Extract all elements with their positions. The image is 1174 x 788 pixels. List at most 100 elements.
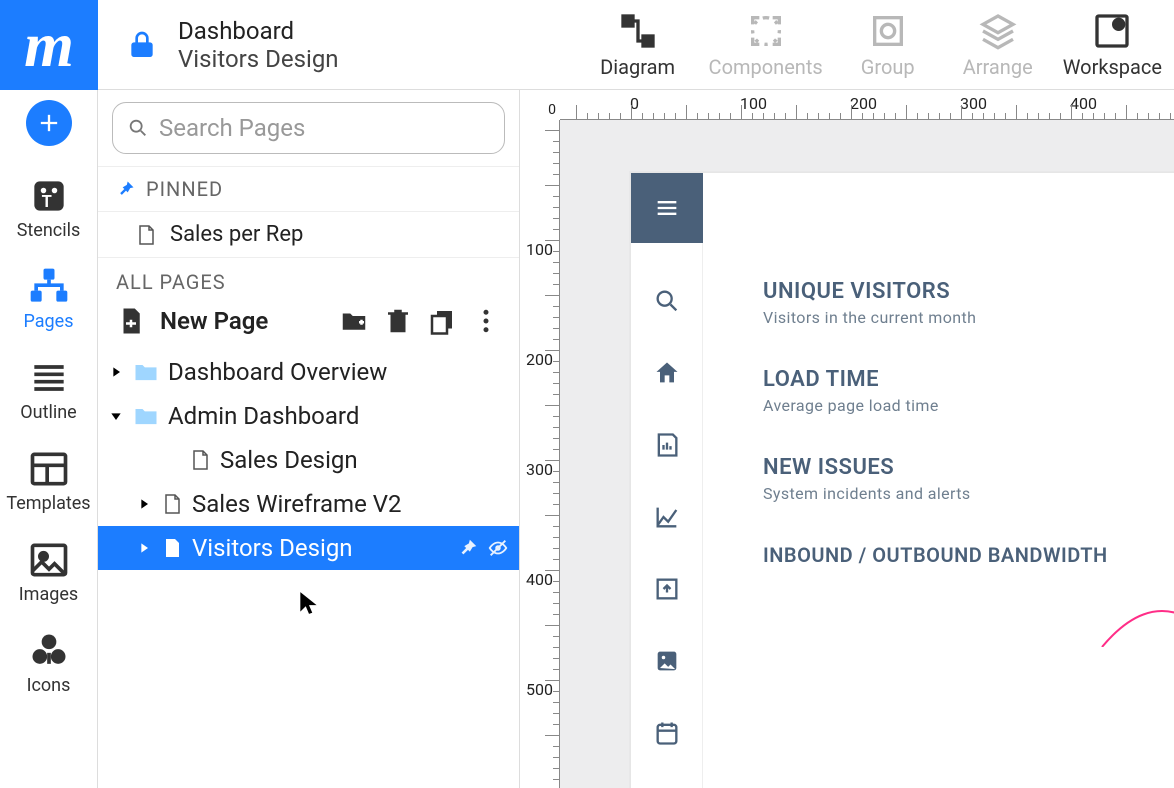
expand-right-icon[interactable] [136, 540, 152, 556]
ruler-v-label: 300 [526, 460, 553, 479]
group-button[interactable]: Group [843, 0, 933, 90]
ruler-h-label: 400 [1070, 94, 1097, 113]
svg-text:T: T [41, 193, 51, 212]
group-icon [868, 11, 908, 51]
tree-row-dashboard-overview[interactable]: Dashboard Overview [98, 350, 519, 394]
stat-desc: Average page load time [763, 396, 939, 415]
lock-icon [126, 29, 158, 61]
pinned-item-label: Sales per Rep [170, 222, 303, 247]
stat-unique-visitors: UNIQUE VISITORS Visitors in the current … [763, 279, 1174, 327]
diagram-icon [618, 11, 658, 51]
hamburger-button[interactable] [631, 173, 703, 243]
canvas[interactable]: 0 0 100 200 300 400 500 100 200 300 400 … [520, 90, 1174, 788]
diagram-label: Diagram [600, 55, 675, 79]
ruler-h-label: 100 [740, 94, 767, 113]
ruler-h-label: 300 [960, 94, 987, 113]
rail-pages[interactable]: Pages [0, 255, 98, 342]
page-icon [160, 536, 184, 560]
app-logo[interactable]: m [0, 0, 98, 90]
search-icon [127, 117, 149, 139]
tree-label: Dashboard Overview [168, 358, 509, 386]
workspace-label: Workspace [1063, 55, 1162, 79]
rail-images[interactable]: Images [0, 528, 98, 615]
images-icon [27, 538, 71, 582]
page-icon [134, 223, 158, 247]
rail-icons-label: Icons [27, 675, 71, 696]
rail-outline[interactable]: Outline [0, 346, 98, 433]
rail-icons[interactable]: Icons [0, 619, 98, 706]
arrange-button[interactable]: Arrange [953, 0, 1043, 90]
outline-icon [27, 356, 71, 400]
arrange-label: Arrange [963, 55, 1033, 79]
new-page-row: New Page [98, 300, 519, 350]
rail-templates[interactable]: Templates [0, 437, 98, 524]
all-pages-header: ALL PAGES [98, 258, 519, 300]
pages-panel: PINNED Sales per Rep ALL PAGES New Page … [98, 90, 520, 788]
arrange-icon [978, 11, 1018, 51]
ruler-v-label: 200 [526, 350, 553, 369]
tree-row-sales-wireframe[interactable]: Sales Wireframe V2 [98, 482, 519, 526]
stat-desc: Visitors in the current month [763, 308, 976, 327]
calendar-icon[interactable] [653, 719, 681, 747]
tree-row-sales-design[interactable]: Sales Design [98, 438, 519, 482]
breadcrumb-subtitle: Visitors Design [178, 45, 339, 73]
ruler-v-label: 500 [526, 680, 553, 699]
hamburger-icon [653, 194, 681, 222]
stat-title: NEW ISSUES [763, 455, 971, 480]
tree-row-admin-dashboard[interactable]: Admin Dashboard [98, 394, 519, 438]
pin-icon[interactable] [457, 537, 479, 559]
plus-icon [35, 109, 63, 137]
new-page-icon[interactable] [116, 306, 146, 336]
artboard[interactable]: UNIQUE VISITORS Visitors in the current … [630, 172, 1174, 788]
ruler-corner: 0 [520, 90, 560, 120]
bandwidth-spark [763, 567, 1174, 651]
stat-title: LOAD TIME [763, 367, 939, 392]
group-label: Group [861, 55, 915, 79]
visibility-off-icon[interactable] [487, 537, 509, 559]
search-icon[interactable] [653, 287, 681, 315]
rail-stencils[interactable]: T Stencils [0, 164, 98, 251]
tree-row-visitors-design[interactable]: Visitors Design [98, 526, 519, 570]
image-icon[interactable] [653, 647, 681, 675]
stat-load-time: LOAD TIME Average page load time 1.2 sec [763, 367, 1174, 415]
expand-down-icon[interactable] [108, 408, 124, 424]
new-page-label[interactable]: New Page [160, 307, 325, 335]
delete-icon[interactable] [383, 306, 413, 336]
bandwidth-title: INBOUND / OUTBOUND BANDWIDTH [763, 543, 1174, 567]
search-pages[interactable] [112, 102, 505, 154]
chart-line-icon[interactable] [653, 503, 681, 531]
breadcrumb-title: Dashboard [178, 17, 339, 45]
pages-icon [27, 265, 71, 309]
expand-right-icon[interactable] [136, 496, 152, 512]
tree-label: Sales Design [220, 446, 509, 474]
stat-title: UNIQUE VISITORS [763, 279, 976, 304]
search-input[interactable] [159, 114, 490, 142]
dash-main: UNIQUE VISITORS Visitors in the current … [703, 243, 1174, 651]
breadcrumb[interactable]: Dashboard Visitors Design [178, 17, 339, 73]
page-icon [188, 448, 212, 472]
page-icon [160, 492, 184, 516]
header: Dashboard Visitors Design Diagram Compon… [98, 0, 1174, 90]
workspace-button[interactable]: Workspace [1063, 0, 1162, 90]
rail-stencils-label: Stencils [17, 220, 81, 241]
components-button[interactable]: Components [709, 0, 823, 90]
new-folder-icon[interactable] [339, 306, 369, 336]
more-icon[interactable] [471, 306, 501, 336]
add-button[interactable] [26, 100, 72, 146]
chart-bar-icon[interactable] [653, 431, 681, 459]
diagram-button[interactable]: Diagram [593, 0, 683, 90]
cursor-icon [296, 590, 322, 616]
expand-right-icon[interactable] [108, 364, 124, 380]
home-icon[interactable] [653, 359, 681, 387]
dash-sidebar [631, 173, 703, 788]
tree-label: Visitors Design [192, 534, 449, 562]
copy-icon[interactable] [427, 306, 457, 336]
workspace-icon [1092, 11, 1132, 51]
folder-icon [132, 402, 160, 430]
ruler-vertical: 100 200 300 400 500 600 [520, 120, 560, 788]
upload-icon[interactable] [653, 575, 681, 603]
pinned-item[interactable]: Sales per Rep [98, 212, 519, 258]
stat-new-issues: NEW ISSUES System incidents and alerts 1… [763, 455, 1174, 503]
rail-templates-label: Templates [6, 493, 90, 514]
components-label: Components [709, 55, 823, 79]
